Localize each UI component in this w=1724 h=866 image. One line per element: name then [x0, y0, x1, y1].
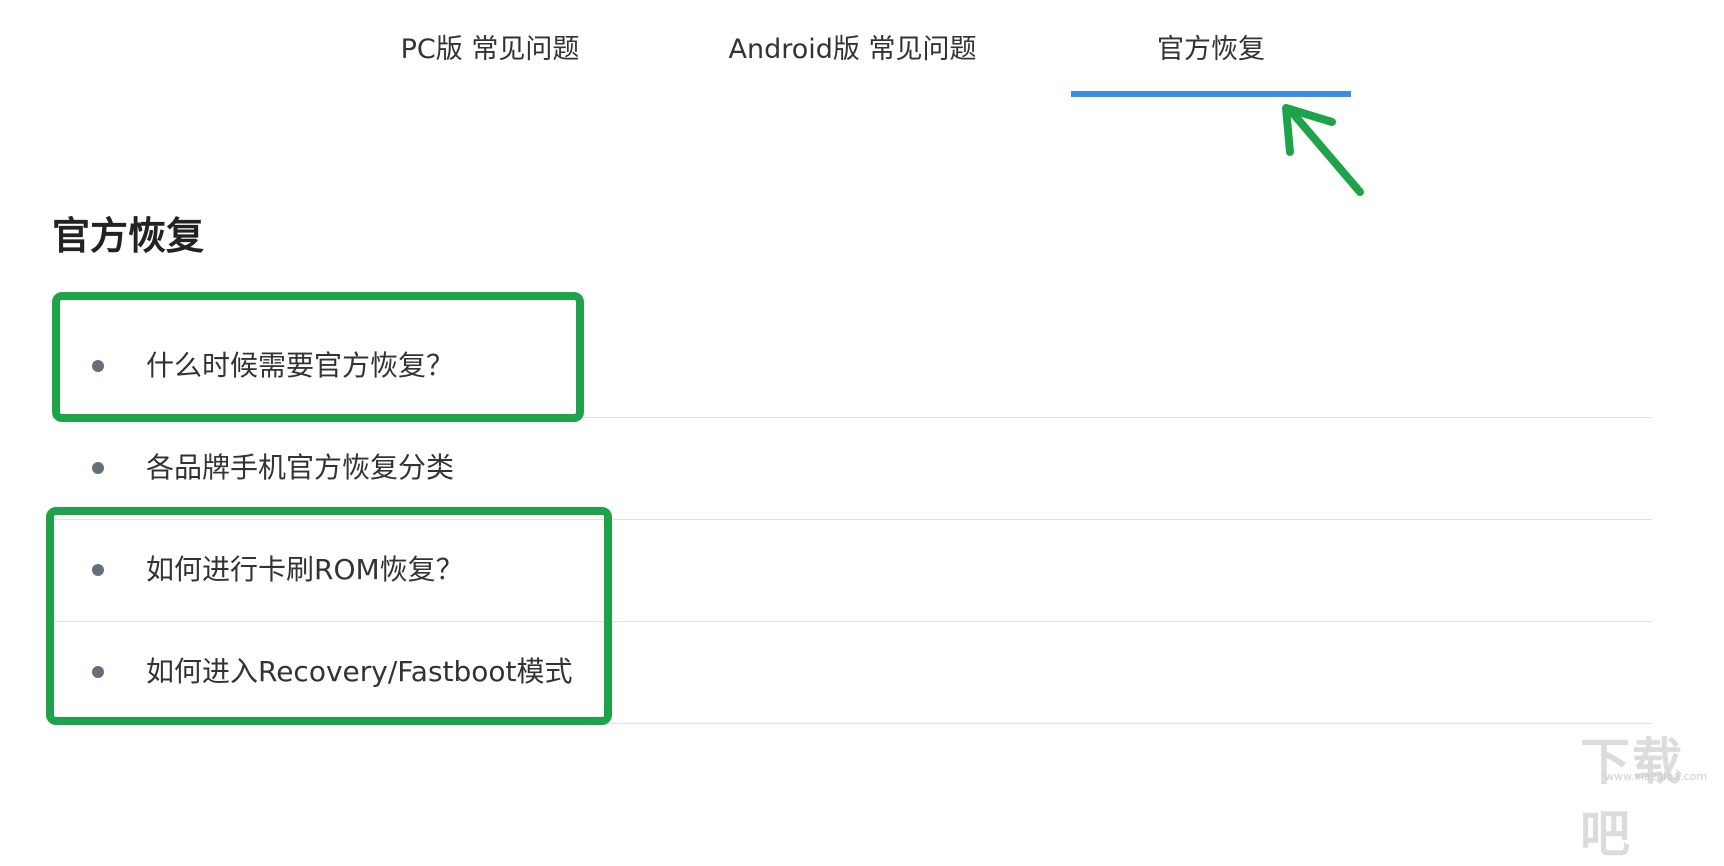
tab-pc-faq[interactable]: PC版 常见问题 — [390, 30, 590, 70]
watermark-logo: 下载吧 — [1580, 733, 1684, 863]
tab-bar: PC版 常见问题 Android版 常见问题 官方恢复 — [0, 0, 1724, 100]
faq-item-when-official-recovery[interactable]: 什么时候需要官方恢复？ — [52, 316, 1652, 418]
page-title: 官方恢复 — [52, 214, 205, 258]
bullet-icon — [92, 360, 104, 372]
faq-item-enter-recovery-fastboot[interactable]: 如何进入Recovery/Fastboot模式 — [52, 622, 1652, 724]
tab-android-faq[interactable]: Android版 常见问题 — [715, 30, 990, 70]
active-tab-indicator — [1071, 91, 1351, 97]
faq-item-card-flash-rom[interactable]: 如何进行卡刷ROM恢复？ — [52, 520, 1652, 622]
faq-item-label: 什么时候需要官方恢复？ — [146, 349, 455, 382]
faq-item-brand-categories[interactable]: 各品牌手机官方恢复分类 — [52, 418, 1652, 520]
bullet-icon — [92, 564, 104, 576]
tab-official-recovery[interactable]: 官方恢复 — [1141, 30, 1281, 70]
green-arrow-icon — [1282, 104, 1364, 196]
watermark-url: www.xiazaiba.com — [1605, 770, 1708, 783]
bullet-icon — [92, 462, 104, 474]
faq-item-label: 如何进行卡刷ROM恢复？ — [146, 553, 464, 586]
faq-list: 什么时候需要官方恢复？ 各品牌手机官方恢复分类 如何进行卡刷ROM恢复？ 如何进… — [52, 316, 1652, 724]
faq-item-label: 如何进入Recovery/Fastboot模式 — [146, 655, 573, 688]
faq-item-label: 各品牌手机官方恢复分类 — [146, 451, 455, 484]
bullet-icon — [92, 666, 104, 678]
